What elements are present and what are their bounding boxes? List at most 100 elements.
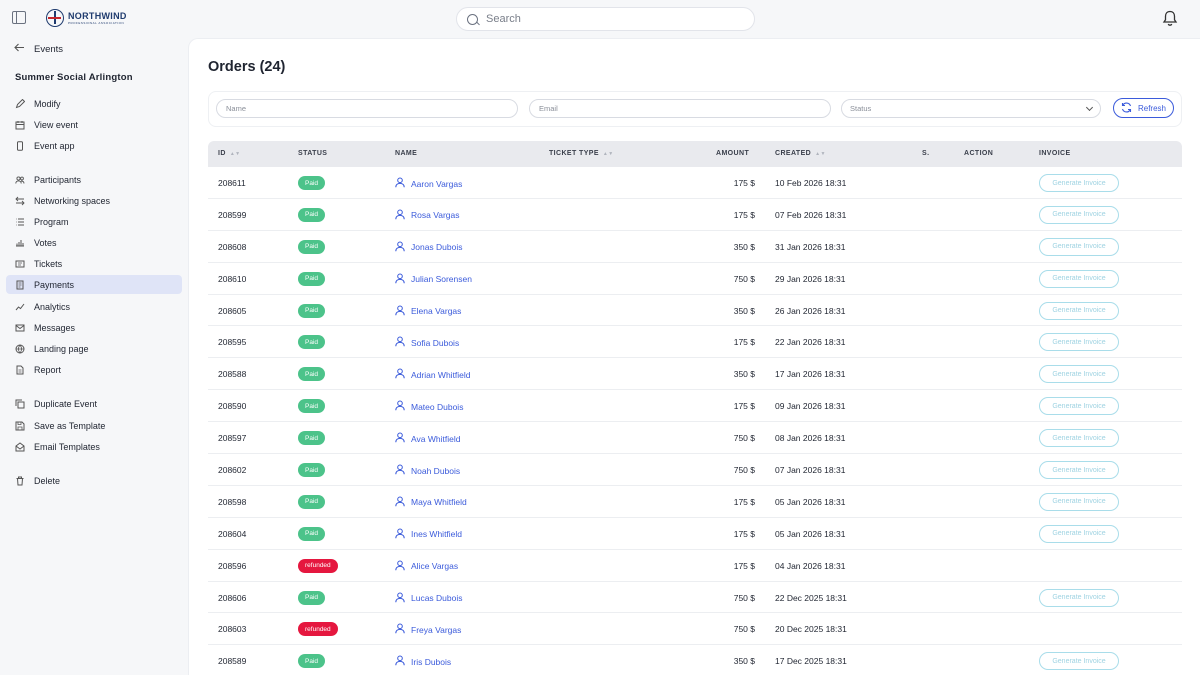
generate-invoice-button[interactable]: Generate Invoice bbox=[1039, 174, 1119, 192]
order-amount: 175 $ bbox=[733, 178, 755, 188]
order-amount: 175 $ bbox=[733, 337, 755, 348]
order-created: 10 Feb 2026 18:31 bbox=[775, 178, 847, 188]
generate-invoice-button[interactable]: Generate Invoice bbox=[1039, 237, 1119, 256]
sidebar-item-payments[interactable]: Payments bbox=[6, 275, 182, 294]
order-created: 17 Dec 2025 18:31 bbox=[775, 656, 847, 667]
user-icon bbox=[395, 592, 405, 605]
generate-invoice-button[interactable]: Generate Invoice bbox=[1039, 461, 1119, 480]
participant-name: Iris Dubois bbox=[411, 656, 452, 667]
sidebar-item-tickets[interactable]: Tickets bbox=[6, 254, 182, 273]
order-amount: 175 $ bbox=[733, 560, 755, 571]
participant-link[interactable]: Alice Vargas bbox=[395, 560, 458, 573]
logo-name: NORTHWIND bbox=[68, 10, 127, 21]
status-placeholder: Status bbox=[850, 104, 872, 113]
generate-invoice-button[interactable]: Generate Invoice bbox=[1039, 333, 1119, 352]
sidebar-item-label: Tickets bbox=[34, 258, 63, 269]
sidebar-item-label: Email Templates bbox=[34, 441, 100, 452]
sidebar-item-event-app[interactable]: Event app bbox=[6, 136, 182, 155]
vote-icon bbox=[15, 238, 25, 248]
sidebar-item-participants[interactable]: Participants bbox=[6, 170, 182, 189]
sidebar-item-view-event[interactable]: View event bbox=[6, 115, 182, 134]
table-header: ID ▲▼ STATUS NAME TICKET TYPE ▲▼ AMOUNT CR… bbox=[208, 141, 1182, 167]
sidebar-item-label: Save as Template bbox=[34, 420, 106, 431]
user-icon bbox=[395, 241, 405, 254]
participant-link[interactable]: Julian Sorensen bbox=[395, 273, 472, 286]
page-title: Orders (24) bbox=[208, 59, 286, 75]
back-to-events-link[interactable]: Events bbox=[14, 43, 63, 55]
generate-invoice-button[interactable]: Generate Invoice bbox=[1039, 652, 1119, 671]
sort-icon: ▲▼ bbox=[602, 150, 614, 157]
sidebar-item-report[interactable]: Report bbox=[6, 360, 182, 379]
sidebar-item-program[interactable]: Program bbox=[6, 212, 182, 231]
participant-link[interactable]: Freya Vargas bbox=[395, 623, 461, 636]
status-badge: Paid bbox=[298, 303, 326, 318]
col-ticket-type-label: TICKET TYPE bbox=[549, 150, 599, 157]
participant-link[interactable]: Noah Dubois bbox=[395, 464, 460, 477]
participant-link[interactable]: Iris Dubois bbox=[395, 655, 451, 668]
logo[interactable]: NORTHWIND PROFESSIONAL ASSOCIATION bbox=[46, 9, 127, 27]
bell-icon[interactable] bbox=[1162, 10, 1178, 32]
sidebar-item-save-as-template[interactable]: Save as Template bbox=[6, 416, 182, 435]
search-input[interactable] bbox=[486, 13, 726, 25]
table-row: 208589 Paid Iris Dubois 350 $ 17 Dec 2025 18… bbox=[208, 645, 1182, 675]
order-created: 05 Jan 2026 18:31 bbox=[775, 528, 846, 539]
generate-invoice-button[interactable]: Generate Invoice bbox=[1039, 269, 1119, 288]
status-badge: Paid bbox=[298, 654, 326, 669]
chevron-down-icon bbox=[1085, 103, 1094, 112]
sidebar-item-landing-page[interactable]: Landing page bbox=[6, 339, 182, 358]
participant-link[interactable]: Ines Whitfield bbox=[395, 528, 462, 541]
participant-link[interactable]: Ava Whitfield bbox=[395, 432, 460, 445]
sidebar-item-email-templates[interactable]: Email Templates bbox=[6, 437, 182, 456]
sidebar-item-duplicate-event[interactable]: Duplicate Event bbox=[6, 394, 182, 413]
table-row: 208610 Paid Julian Sorensen 750 $ 29 Jan 202… bbox=[208, 263, 1182, 295]
list-icon bbox=[15, 217, 25, 227]
refresh-button[interactable]: Refresh bbox=[1113, 98, 1174, 118]
sidebar-toggle-icon[interactable] bbox=[12, 11, 26, 24]
sidebar-item-messages[interactable]: Messages bbox=[6, 318, 182, 337]
col-id[interactable]: ID ▲▼ bbox=[218, 150, 241, 157]
order-amount: 350 $ bbox=[733, 656, 755, 667]
generate-invoice-button[interactable]: Generate Invoice bbox=[1039, 365, 1119, 384]
participant-link[interactable]: Sofia Dubois bbox=[395, 336, 459, 349]
generate-invoice-button[interactable]: Generate Invoice bbox=[1039, 524, 1119, 543]
order-amount: 350 $ bbox=[733, 305, 755, 316]
sidebar-item-votes[interactable]: Votes bbox=[6, 233, 182, 252]
generate-invoice-button[interactable]: Generate Invoice bbox=[1039, 301, 1119, 320]
generate-invoice-button[interactable]: Generate Invoice bbox=[1039, 205, 1119, 224]
participant-link[interactable]: Lucas Dubois bbox=[395, 592, 463, 605]
generate-invoice-button[interactable]: Generate Invoice bbox=[1039, 429, 1119, 448]
participant-link[interactable]: Adrian Whitfield bbox=[395, 368, 471, 381]
sort-icon: ▲▼ bbox=[815, 150, 826, 157]
participant-link[interactable]: Elena Vargas bbox=[395, 305, 461, 318]
participant-link[interactable]: Maya Whitfield bbox=[395, 496, 467, 509]
generate-invoice-button[interactable]: Generate Invoice bbox=[1039, 492, 1119, 511]
email-filter-input[interactable] bbox=[529, 99, 831, 118]
participant-link[interactable]: Mateo Dubois bbox=[395, 400, 463, 413]
col-created[interactable]: CREATED ▲▼ bbox=[775, 150, 826, 157]
participant-link[interactable]: Aaron Vargas bbox=[395, 177, 462, 190]
sidebar-item-label: Program bbox=[34, 216, 69, 227]
compass-logo-icon bbox=[46, 9, 64, 27]
sidebar-item-analytics[interactable]: Analytics bbox=[6, 297, 182, 316]
col-name: NAME bbox=[395, 150, 417, 157]
order-amount: 750 $ bbox=[733, 465, 755, 476]
participant-link[interactable]: Jonas Dubois bbox=[395, 241, 463, 254]
sidebar-item-label: Messages bbox=[34, 322, 76, 333]
name-filter-input[interactable] bbox=[216, 99, 518, 118]
col-ticket-type[interactable]: TICKET TYPE ▲▼ bbox=[549, 150, 614, 157]
search-bar[interactable] bbox=[456, 7, 755, 31]
sidebar-item-modify[interactable]: Modify bbox=[6, 94, 182, 113]
status-filter-select[interactable]: Status bbox=[841, 99, 1101, 118]
order-created: 17 Jan 2026 18:31 bbox=[775, 369, 846, 380]
participant-link[interactable]: Rosa Vargas bbox=[395, 209, 460, 222]
save-icon bbox=[15, 421, 25, 431]
col-s: S. bbox=[922, 150, 929, 157]
generate-invoice-button[interactable]: Generate Invoice bbox=[1039, 588, 1119, 607]
status-badge: Paid bbox=[298, 367, 326, 382]
col-invoice-label: INVOICE bbox=[1039, 150, 1071, 157]
generate-invoice-button[interactable]: Generate Invoice bbox=[1039, 397, 1119, 416]
sidebar-item-delete[interactable]: Delete bbox=[6, 471, 182, 490]
order-id: 208595 bbox=[218, 337, 247, 348]
sidebar-item-networking-spaces[interactable]: Networking spaces bbox=[6, 191, 182, 210]
order-id: 208589 bbox=[218, 656, 247, 667]
